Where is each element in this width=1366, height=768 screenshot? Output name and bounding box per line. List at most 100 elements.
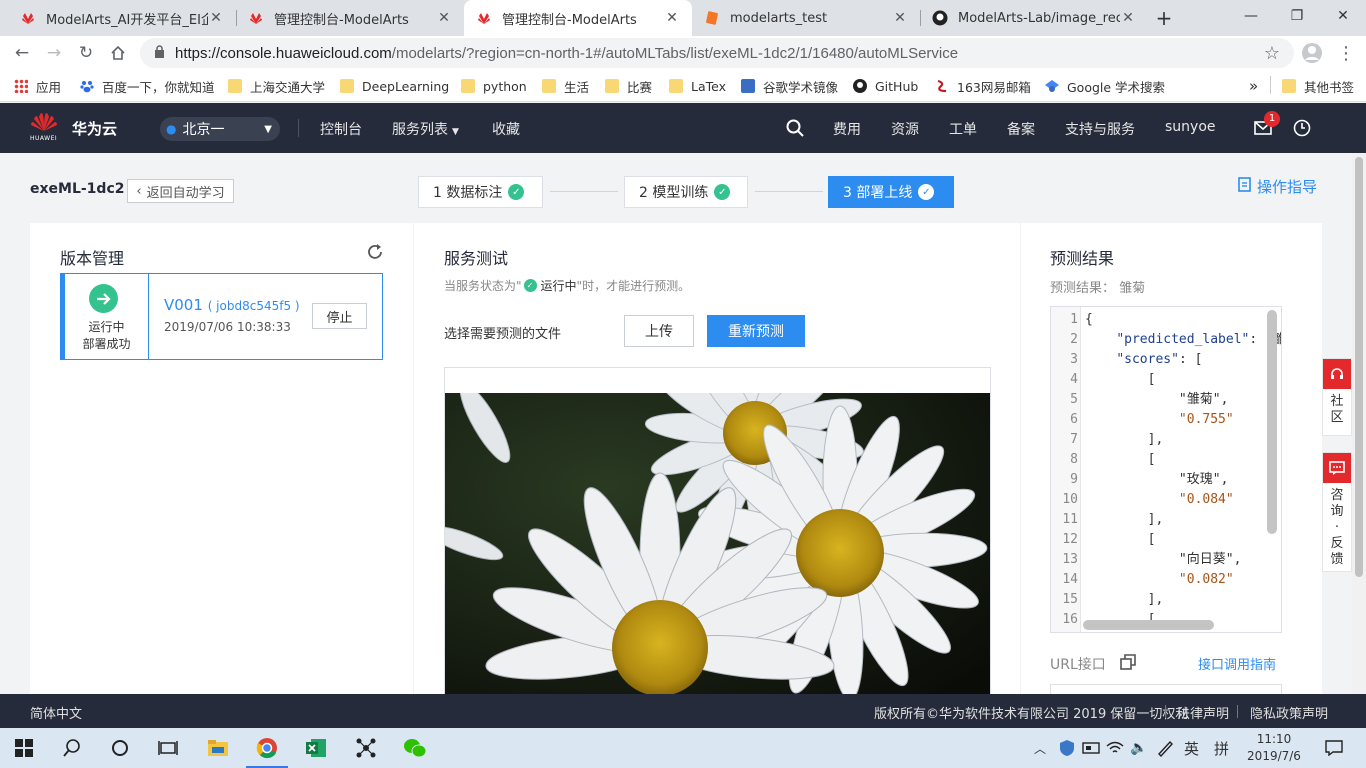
security-shield-icon[interactable] <box>1055 736 1079 760</box>
bookmark-life[interactable]: 生活 <box>542 76 589 96</box>
file-explorer-icon[interactable] <box>206 736 230 760</box>
bookmark-python[interactable]: python <box>461 76 527 96</box>
line-number: 15 <box>1062 592 1078 607</box>
bookmark-deeplearning[interactable]: DeepLearning <box>340 76 449 96</box>
back-arrow-icon[interactable]: ← <box>9 40 35 66</box>
nav-service-list[interactable]: 服务列表 ▼ <box>392 119 459 139</box>
repredict-button[interactable]: 重新预测 <box>707 315 805 347</box>
version-label[interactable]: V001 ( jobd8c545f5 ) <box>164 296 300 314</box>
bookmark-contest[interactable]: 比赛 <box>605 76 652 96</box>
bookmark-other[interactable]: 其他书签 <box>1282 76 1354 96</box>
wifi-icon[interactable] <box>1103 736 1127 760</box>
huawei-logo[interactable]: HUAWEI <box>30 112 60 144</box>
bookmark-google-scholar[interactable]: Google 学术搜索 <box>1045 76 1165 96</box>
horizontal-scrollbar[interactable] <box>1083 620 1214 630</box>
api-guide-link[interactable]: 接口调用指南 <box>1198 654 1276 673</box>
step-data-labeling[interactable]: 1 数据标注 ✓ <box>418 176 543 208</box>
nav-tickets[interactable]: 工单 <box>949 119 977 139</box>
bookmark-latex[interactable]: LaTex <box>669 76 726 96</box>
language-switch[interactable]: 简体中文 <box>30 703 82 722</box>
search-icon[interactable] <box>786 119 804 141</box>
browser-tab-1[interactable]: 管理控制台-ModelArts ✕ <box>236 0 464 36</box>
close-icon[interactable]: ✕ <box>664 10 680 26</box>
bookmarks-overflow-button[interactable]: » <box>1249 76 1258 96</box>
ime-pinyin[interactable]: 拼 <box>1214 738 1229 759</box>
region-selector[interactable]: ● 北京一 ▼ <box>160 117 280 141</box>
prediction-panel: 预测结果 预测结果： 雏菊 1 2 3 4 5 6 7 8 9 10 11 12 13 14 15 16 { … <box>1021 223 1322 694</box>
browser-tab-0[interactable]: ModelArts_AI开发平台_EI企业 ✕ <box>8 0 236 36</box>
legal-link[interactable]: 法律声明 <box>1177 703 1229 722</box>
bookmark-github[interactable]: GitHub <box>853 76 918 96</box>
headset-icon <box>1323 359 1351 389</box>
star-icon[interactable]: ☆ <box>1259 40 1285 66</box>
pen-icon[interactable] <box>1153 736 1177 760</box>
check-circle-icon: ✓ <box>523 279 537 292</box>
bookmark-sjtu[interactable]: 上海交通大学 <box>228 76 325 96</box>
consult-float-button[interactable]: 咨询·反馈 <box>1322 452 1352 572</box>
upload-button[interactable]: 上传 <box>624 315 694 347</box>
network-adapter-icon[interactable] <box>1079 736 1103 760</box>
url-input[interactable] <box>1050 684 1282 694</box>
address-bar[interactable]: https://console.huaweicloud.com/modelart… <box>140 38 1294 68</box>
user-menu[interactable]: sunyoe <box>1165 119 1216 135</box>
reload-icon[interactable]: ↻ <box>73 40 99 66</box>
page-scrollbar-thumb[interactable] <box>1355 157 1363 577</box>
network-app-icon[interactable] <box>354 736 378 760</box>
bookmark-baidu[interactable]: 百度一下，你就知道 <box>80 76 215 96</box>
cortana-icon[interactable] <box>108 736 132 760</box>
copy-icon[interactable] <box>1119 654 1136 674</box>
volume-muted-icon[interactable]: 🔈 <box>1127 736 1151 760</box>
excel-icon[interactable] <box>304 736 328 760</box>
page-scrollbar[interactable] <box>1352 153 1366 694</box>
step-deploy[interactable]: 3 部署上线 ✓ <box>828 176 954 208</box>
tray-overflow-icon[interactable]: ︿ <box>1034 740 1046 757</box>
clock-icon[interactable] <box>1293 119 1311 141</box>
privacy-link[interactable]: 隐私政策声明 <box>1250 703 1328 722</box>
close-icon[interactable]: ✕ <box>1120 10 1136 26</box>
folder-icon <box>669 79 683 93</box>
community-float-button[interactable]: 社区 <box>1322 358 1352 436</box>
nav-resources[interactable]: 资源 <box>891 119 919 139</box>
close-window-button[interactable]: ✕ <box>1320 0 1366 32</box>
browser-tab-2[interactable]: 管理控制台-ModelArts ✕ <box>464 0 692 36</box>
vertical-scrollbar[interactable] <box>1267 310 1277 534</box>
nav-favorites[interactable]: 收藏 <box>492 119 520 139</box>
more-menu-icon[interactable]: ⋮ <box>1333 40 1359 66</box>
restore-button[interactable]: ❐ <box>1274 0 1320 32</box>
nav-filing[interactable]: 备案 <box>1007 119 1035 139</box>
operation-guide-link[interactable]: 操作指导 <box>1238 176 1317 197</box>
prediction-json-viewer[interactable]: 1 2 3 4 5 6 7 8 9 10 11 12 13 14 15 16 { "predicted_lab… <box>1050 306 1282 633</box>
minimize-button[interactable]: — <box>1228 0 1274 32</box>
close-icon[interactable]: ✕ <box>436 10 452 26</box>
chrome-icon[interactable] <box>255 736 279 760</box>
nav-support[interactable]: 支持与服务 <box>1065 119 1135 139</box>
task-view-icon[interactable] <box>156 736 180 760</box>
forward-arrow-icon[interactable]: → <box>41 40 67 66</box>
windows-start-icon[interactable] <box>12 736 36 760</box>
nav-console[interactable]: 控制台 <box>320 119 362 139</box>
bookmark-scholar-mirror[interactable]: 谷歌学术镜像 <box>741 76 838 96</box>
nav-billing[interactable]: 费用 <box>833 119 861 139</box>
browser-tab-3[interactable]: modelarts_test ✕ <box>692 0 920 36</box>
wechat-icon[interactable] <box>403 736 427 760</box>
browser-tab-4[interactable]: ModelArts-Lab/image_recog ✕ <box>920 0 1148 36</box>
ime-mode[interactable]: 英 <box>1184 738 1199 759</box>
back-to-automl-button[interactable]: ‹ 返回自动学习 <box>127 179 234 203</box>
home-icon[interactable] <box>105 40 131 66</box>
system-clock[interactable]: 11:10 2019/7/6 <box>1244 731 1304 765</box>
code-line: "向日葵", <box>1085 552 1242 567</box>
bookmark-apps[interactable]: 应用 <box>14 76 61 96</box>
notifications-icon[interactable] <box>1322 736 1346 760</box>
version-datetime: 2019/07/06 10:38:33 <box>164 320 291 334</box>
search-icon[interactable] <box>60 736 84 760</box>
step-model-training[interactable]: 2 模型训练 ✓ <box>624 176 748 208</box>
new-tab-button[interactable]: + <box>1152 6 1176 30</box>
close-icon[interactable]: ✕ <box>892 10 908 26</box>
line-number: 8 <box>1070 452 1078 467</box>
bookmark-163mail[interactable]: 163网易邮箱 <box>935 76 1031 96</box>
close-icon[interactable]: ✕ <box>208 10 224 26</box>
refresh-icon[interactable] <box>366 243 384 265</box>
profile-avatar[interactable] <box>1299 40 1325 66</box>
stop-button[interactable]: 停止 <box>312 303 367 329</box>
version-card[interactable]: 运行中 部署成功 V001 ( jobd8c545f5 ) 2019/07/06… <box>60 273 383 360</box>
